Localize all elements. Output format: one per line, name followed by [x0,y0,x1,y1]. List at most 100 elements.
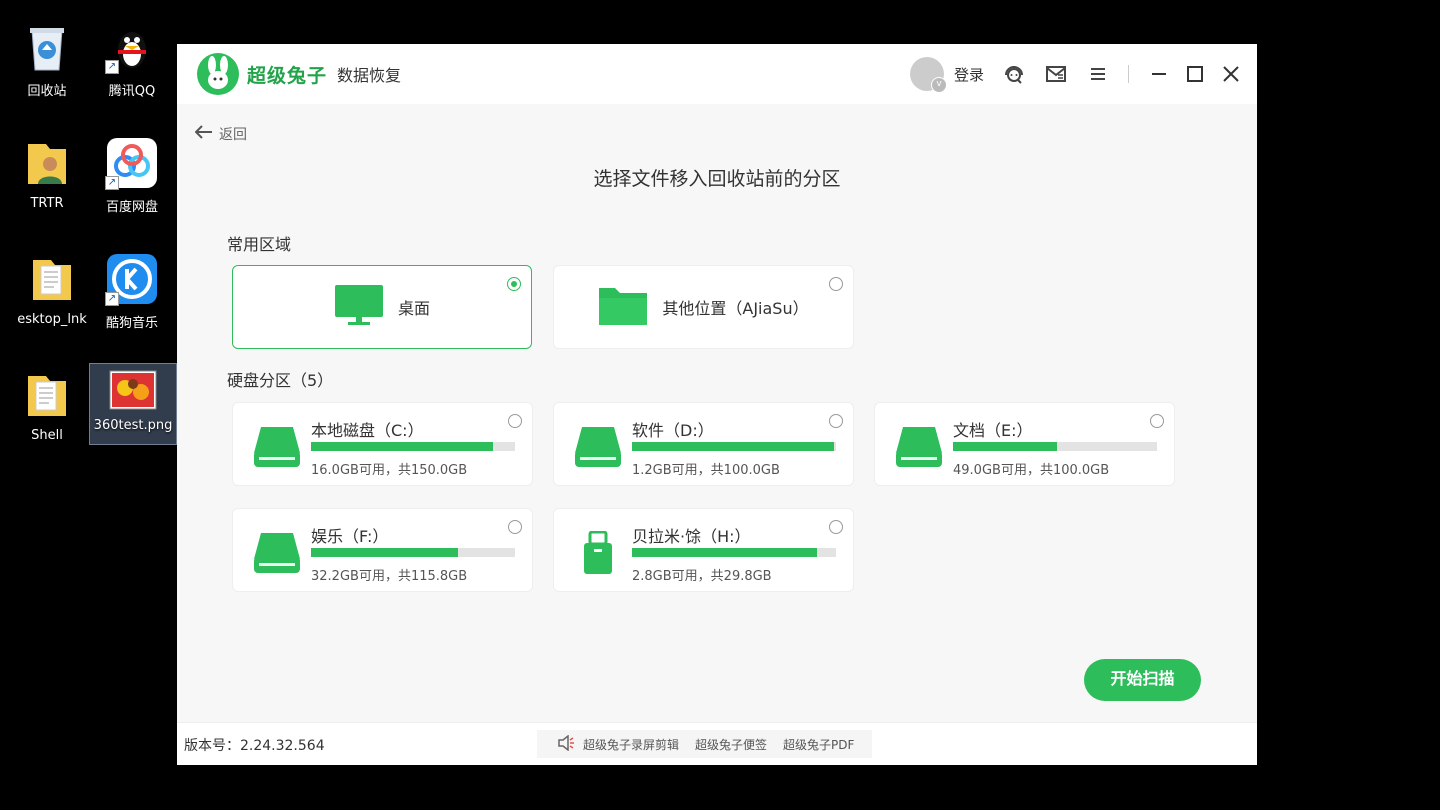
drive-card-d[interactable]: 软件（D:） 1.2GB可用，共100.0GB [553,402,854,486]
radio-unselected[interactable] [829,520,843,534]
drive-capacity: 2.8GB可用，共29.8GB [632,569,772,584]
promo-bar: 超级兔子录屏剪辑 超级兔子便签 超级兔子PDF [537,730,873,758]
feedback-mail-icon[interactable] [1044,62,1068,86]
desktop-icon-label: esktop_lnk [17,312,87,327]
divider [1128,65,1129,83]
drives-section-label: 硬盘分区（5） [227,371,334,390]
login-link[interactable]: 登录 [954,64,984,85]
usb-drive-icon [574,530,622,575]
arrow-left-icon [194,125,213,143]
drive-name: 贝拉米·馀（H:） [632,527,751,546]
title-bar: 超级兔子 数据恢复 登录 [177,44,1257,104]
user-folder-icon [20,136,74,190]
desktop-icon-360test[interactable]: 360test.png [89,363,177,445]
desktop-icon-label: Shell [31,428,63,443]
recycle-bin-icon [20,20,74,74]
promo-link-pdf[interactable]: 超级兔子PDF [783,736,854,753]
brand-subtitle: 数据恢复 [337,66,402,85]
desktop-icon-recycle-bin[interactable]: 回收站 [4,20,90,99]
drive-capacity: 49.0GB可用，共100.0GB [953,463,1110,478]
common-section-label: 常用区域 [227,235,292,254]
location-card-other[interactable]: 其他位置（AJiaSu） [553,265,854,349]
app-window: 超级兔子 数据恢复 登录 [177,44,1257,765]
menu-icon[interactable] [1086,62,1110,86]
speaker-icon [557,733,575,754]
folder-icon [598,284,648,330]
brand: 超级兔子 数据恢复 [197,53,401,95]
start-scan-button[interactable]: 开始扫描 [1084,659,1201,701]
hard-drive-icon [253,425,301,469]
close-icon[interactable] [1219,62,1243,86]
location-label: 桌面 [397,299,430,318]
hard-drive-icon [574,425,622,469]
desktop-icon-label: 腾讯QQ [108,84,156,99]
monitor-icon [334,284,384,330]
drive-usage-bar [311,442,515,451]
drive-usage-fill [311,548,459,557]
drive-usage-fill [311,442,494,451]
location-label: 其他位置（AJiaSu） [662,299,809,318]
desktop-icon-trtr[interactable]: TRTR [4,136,90,211]
support-chat-icon[interactable] [1002,62,1026,86]
radio-unselected[interactable] [508,520,522,534]
drive-usage-fill [953,442,1058,451]
minimize-icon[interactable] [1147,62,1171,86]
drive-card-h[interactable]: 贝拉米·馀（H:） 2.8GB可用，共29.8GB [553,508,854,592]
shortcut-arrow-icon: ↗ [105,176,119,190]
drive-usage-bar [953,442,1157,451]
shortcut-arrow-icon: ↗ [105,60,119,74]
image-file-icon [109,370,157,410]
drive-usage-fill [632,548,817,557]
drive-name: 本地磁盘（C:） [311,421,424,440]
page-title: 选择文件移入回收站前的分区 [593,168,841,190]
desktop-icon-label: 酷狗音乐 [105,316,158,331]
avatar[interactable] [909,57,947,93]
drive-usage-bar [632,442,836,451]
drive-capacity: 1.2GB可用，共100.0GB [632,463,780,478]
drive-capacity: 32.2GB可用，共115.8GB [311,569,468,584]
maximize-icon[interactable] [1183,62,1207,86]
desktop-icon-label: 360test.png [93,418,173,433]
footer: 版本号：2.24.32.564 超级兔子录屏剪辑 超级兔子便签 超级兔子PDF [177,722,1257,765]
desktop-icon-esktop-lnk[interactable]: esktop_lnk [9,252,95,327]
document-folder-icon [20,368,74,422]
brand-name: 超级兔子 [247,64,328,87]
qq-penguin-icon: ↗ [105,20,159,74]
drive-name: 软件（D:） [632,421,714,440]
promo-link-screen-recorder[interactable]: 超级兔子录屏剪辑 [583,736,679,753]
radio-unselected[interactable] [508,414,522,428]
drive-card-c[interactable]: 本地磁盘（C:） 16.0GB可用，共150.0GB [232,402,533,486]
kugou-music-icon: ↗ [105,252,159,306]
radio-unselected[interactable] [1150,414,1164,428]
shortcut-arrow-icon: ↗ [105,292,119,306]
drive-usage-fill [632,442,834,451]
baidu-netdisk-icon: ↗ [105,136,159,190]
hard-drive-icon [253,531,301,575]
hard-drive-icon [895,425,943,469]
drive-card-f[interactable]: 娱乐（F:） 32.2GB可用，共115.8GB [232,508,533,592]
drive-usage-bar [311,548,515,557]
rabbit-logo-icon [197,53,239,95]
title-bar-actions: 登录 [909,57,1243,93]
document-folder-icon [25,252,79,306]
promo-link-notes[interactable]: 超级兔子便签 [695,736,767,753]
drive-capacity: 16.0GB可用，共150.0GB [311,463,468,478]
location-card-desktop[interactable]: 桌面 [232,265,532,349]
back-label: 返回 [219,127,247,143]
desktop-icon-kugou[interactable]: ↗ 酷狗音乐 [89,252,175,331]
desktop-icon-qq[interactable]: ↗ 腾讯QQ [89,20,175,99]
back-button[interactable]: 返回 [194,124,247,144]
desktop-icon-label: 百度网盘 [105,200,158,215]
radio-unselected[interactable] [829,414,843,428]
desktop-icon-shell[interactable]: Shell [4,368,90,443]
radio-unselected[interactable] [829,277,843,291]
drive-name: 文档（E:） [953,421,1033,440]
drive-usage-bar [632,548,836,557]
desktop-icon-label: 回收站 [27,84,67,99]
desktop-icon-baidu-netdisk[interactable]: ↗ 百度网盘 [89,136,175,215]
radio-selected[interactable] [507,277,521,291]
drive-name: 娱乐（F:） [311,527,389,546]
version-label: 版本号：2.24.32.564 [184,738,325,754]
desktop-icon-label: TRTR [30,196,64,211]
drive-card-e[interactable]: 文档（E:） 49.0GB可用，共100.0GB [874,402,1175,486]
